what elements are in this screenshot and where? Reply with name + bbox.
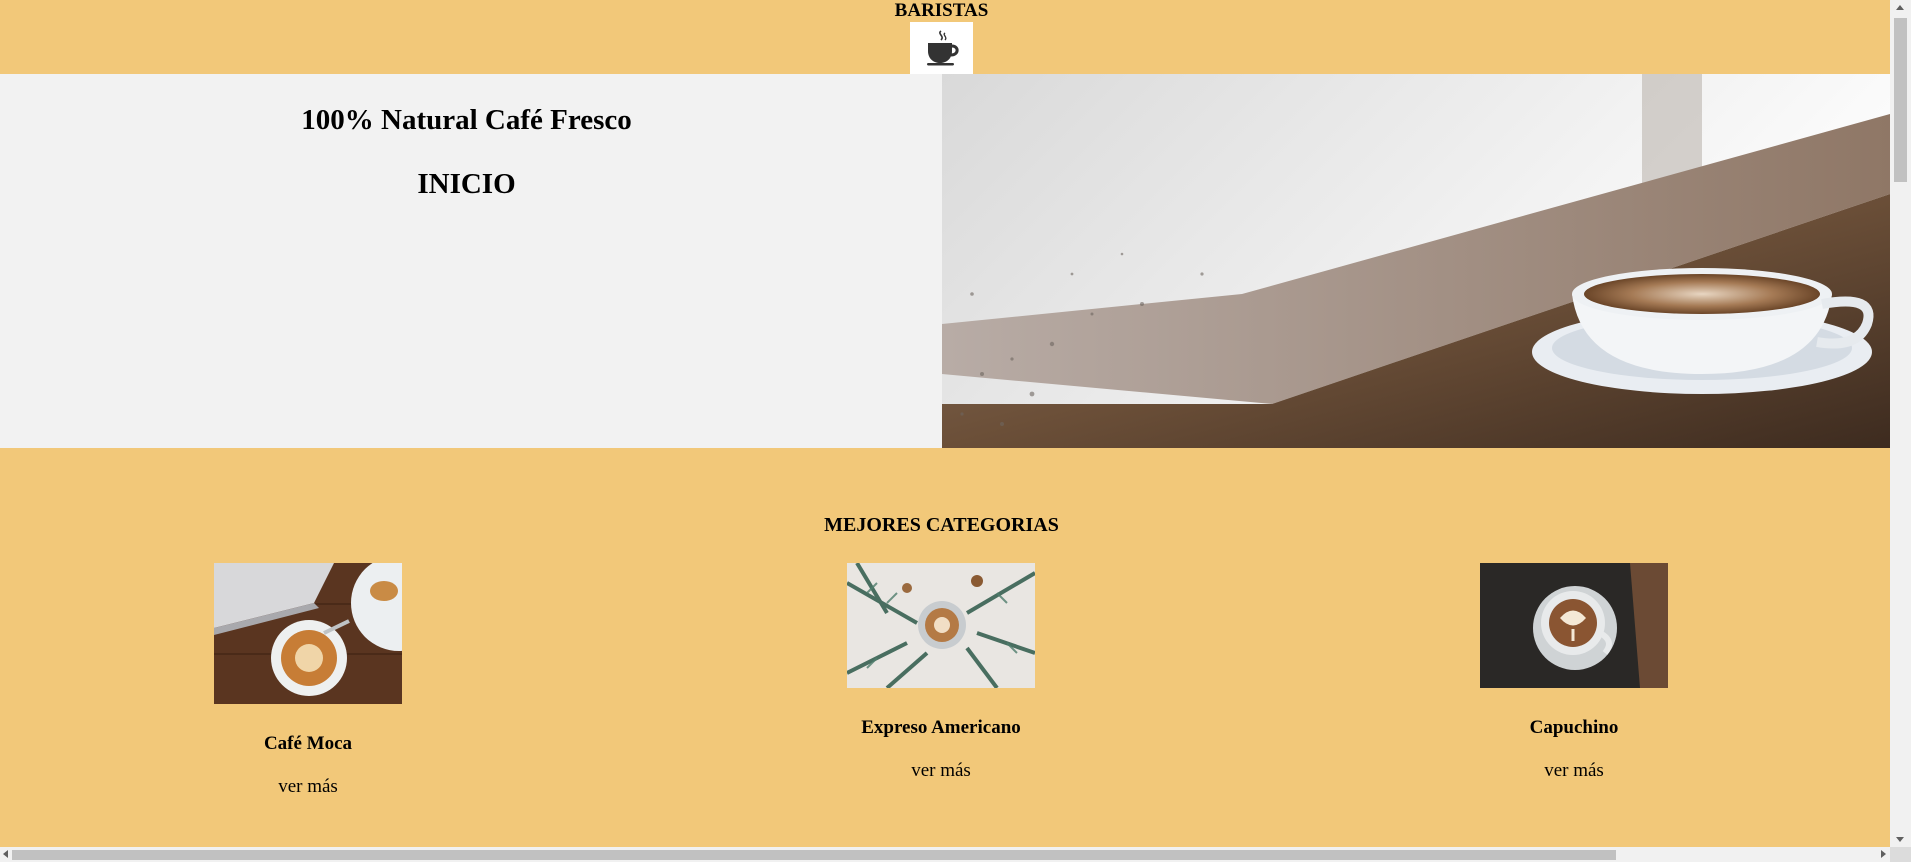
categories-title: MEJORES CATEGORIAS: [824, 514, 1059, 536]
category-name: Capuchino: [1529, 717, 1619, 738]
category-image-3[interactable]: [1480, 563, 1668, 688]
see-more-link[interactable]: ver más: [741, 759, 1141, 783]
horizontal-scroll-thumb[interactable]: [12, 850, 1616, 860]
hero-title: 100% Natural Café Fresco: [301, 104, 632, 136]
category-card: Expreso Americano ver más: [741, 563, 1141, 783]
scroll-right-arrow-icon[interactable]: [1881, 850, 1886, 858]
scroll-down-arrow-icon[interactable]: [1896, 837, 1904, 842]
page: BARISTAS 100% Natural Café Fresco INICIO: [0, 0, 1890, 847]
vertical-scrollbar[interactable]: [1890, 0, 1911, 847]
horizontal-scrollbar[interactable]: [0, 847, 1911, 862]
hero-subtitle: INICIO: [417, 168, 516, 200]
category-name: Café Moca: [263, 733, 353, 754]
scrollbar-corner: [1890, 847, 1911, 862]
logo[interactable]: [910, 22, 973, 74]
category-image-2[interactable]: [847, 563, 1035, 688]
scroll-up-arrow-icon[interactable]: [1896, 5, 1904, 10]
brand-title: BARISTAS: [894, 0, 989, 21]
see-more-link[interactable]: ver más: [108, 775, 508, 799]
site-header: BARISTAS: [0, 0, 1890, 74]
category-name: Expreso Americano: [861, 717, 1021, 738]
hero-section: 100% Natural Café Fresco INICIO: [0, 74, 1890, 448]
category-image-1[interactable]: [214, 563, 402, 704]
category-card: Capuchino ver más: [1374, 563, 1774, 783]
hero-image: [942, 74, 1890, 448]
see-more-link[interactable]: ver más: [1374, 759, 1774, 783]
category-card: Café Moca ver más: [108, 563, 508, 799]
scroll-left-arrow-icon[interactable]: [3, 850, 8, 858]
vertical-scroll-thumb[interactable]: [1894, 18, 1907, 182]
coffee-cup-icon: [926, 30, 959, 66]
